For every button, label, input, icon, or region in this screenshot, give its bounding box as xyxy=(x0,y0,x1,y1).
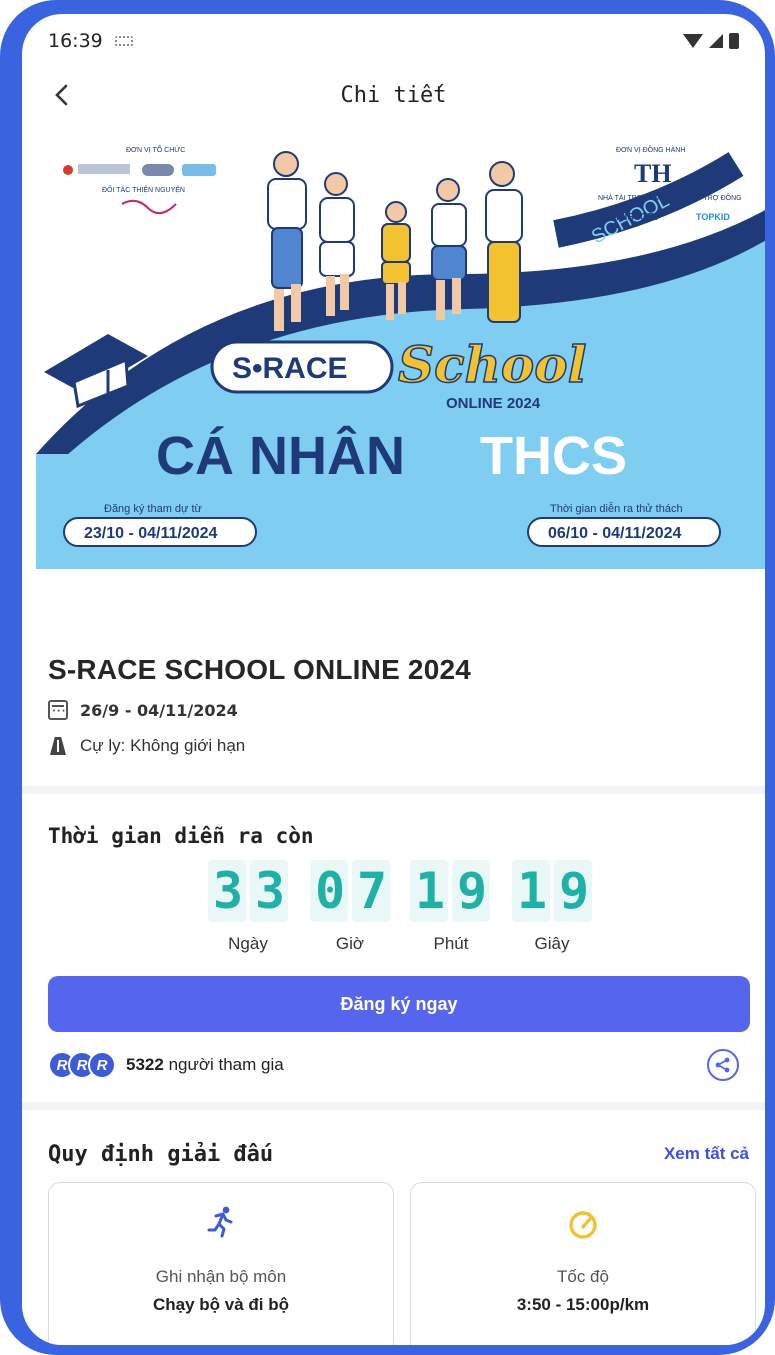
participants-row: R R R 5322 người tham gia xyxy=(48,1049,739,1081)
chevron-left-icon xyxy=(55,84,68,106)
app-header: Chi tiết xyxy=(22,70,765,120)
countdown-unit-days: Ngày xyxy=(228,934,268,953)
rule-card-value: Chạy bộ và đi bộ xyxy=(152,1295,290,1314)
banner-gold-sponsor-label: NHÀ TÀI TRỢ VÀNG xyxy=(598,193,664,202)
countdown-days-digit: 3 xyxy=(250,860,288,922)
brand-online: ONLINE 2024 xyxy=(446,395,541,412)
headline-thcs: THCS xyxy=(480,426,627,486)
share-icon xyxy=(715,1057,730,1073)
signal-icon xyxy=(709,34,723,48)
topkid-logo: TOPKID xyxy=(696,212,730,222)
event-date-range: 26/9 - 04/11/2024 xyxy=(80,700,238,720)
speedometer-icon xyxy=(569,1211,597,1239)
avatar: R xyxy=(88,1051,116,1079)
countdown-minutes-digit: 1 xyxy=(410,860,448,922)
event-date-row: 26/9 - 04/11/2024 xyxy=(48,700,238,720)
rule-card-label: Ghi nhận bộ môn xyxy=(155,1267,287,1286)
brand-srace: S•RACE xyxy=(232,352,348,385)
reg-label: Đăng ký tham dự từ xyxy=(104,503,203,515)
participants-count: 5322 xyxy=(126,1055,164,1074)
countdown-hours-digit: 0 xyxy=(310,860,348,922)
status-bar: 16:39 xyxy=(22,14,765,68)
participants-suffix: người tham gia xyxy=(168,1055,284,1074)
brand-school: School xyxy=(398,335,587,394)
participants-text: 5322 người tham gia xyxy=(126,1055,284,1075)
countdown-unit-seconds: Giây xyxy=(534,934,570,953)
th-logo: TH xyxy=(634,159,672,188)
status-icons xyxy=(683,33,739,49)
page-title: Chi tiết xyxy=(340,82,447,108)
calendar-icon xyxy=(48,700,68,720)
banner-organizer-label: ĐƠN VỊ TỔ CHỨC xyxy=(126,145,185,154)
road-icon xyxy=(48,737,68,755)
countdown-seconds-digit: 1 xyxy=(512,860,550,922)
register-button[interactable]: Đăng ký ngay xyxy=(48,976,750,1032)
participant-avatars: R R R xyxy=(48,1051,116,1079)
challenge-dates: 06/10 - 04/11/2024 xyxy=(548,525,682,542)
countdown-digits: 3 3 0 7 1 9 1 9 xyxy=(22,860,765,930)
share-button[interactable] xyxy=(707,1049,739,1081)
mistori-logo: TH MISTORI xyxy=(600,212,658,223)
event-title: S-RACE SCHOOL ONLINE 2024 xyxy=(48,654,472,685)
back-button[interactable] xyxy=(46,80,76,110)
wifi-icon xyxy=(683,34,703,48)
countdown-minutes-digit: 9 xyxy=(452,860,490,922)
event-distance-row: Cự ly: Không giới hạn xyxy=(48,736,245,756)
challenge-label: Thời gian diễn ra thử thách xyxy=(550,502,683,515)
rule-card-pace[interactable]: Tốc độ 3:50 - 15:00p/km xyxy=(410,1182,756,1345)
countdown-days-digit: 3 xyxy=(208,860,246,922)
notification-icon xyxy=(114,36,133,46)
reg-dates: 23/10 - 04/11/2024 xyxy=(84,525,218,542)
app-screen: 16:39 Chi tiết SCHOOL ĐƠN VỊ TỔ CHỨC ĐỐI… xyxy=(22,14,765,1345)
section-divider xyxy=(22,1102,765,1110)
rule-card-sport[interactable]: Ghi nhận bộ môn Chạy bộ và đi bộ xyxy=(48,1182,394,1345)
running-person-icon xyxy=(207,1206,233,1238)
event-banner: SCHOOL ĐƠN VỊ TỔ CHỨC ĐỐI TÁC THIỆN NGUY… xyxy=(36,124,765,569)
battery-icon xyxy=(729,33,739,49)
countdown-hours-digit: 7 xyxy=(352,860,390,922)
countdown-unit-minutes: Phút xyxy=(433,934,469,953)
device-frame: 16:39 Chi tiết SCHOOL ĐƠN VỊ TỔ CHỨC ĐỐI… xyxy=(0,0,775,1355)
status-time: 16:39 xyxy=(48,30,103,52)
countdown-seconds-digit: 9 xyxy=(554,860,592,922)
section-divider xyxy=(22,786,765,794)
headline-ca-nhan: CÁ NHÂN xyxy=(156,425,405,486)
see-all-link[interactable]: Xem tất cả xyxy=(664,1144,749,1164)
countdown-label: Thời gian diễn ra còn xyxy=(48,824,314,848)
countdown-unit-hours: Giờ xyxy=(335,934,365,953)
rule-card-value: 3:50 - 15:00p/km xyxy=(516,1295,650,1314)
event-distance: Cự ly: Không giới hạn xyxy=(80,736,246,755)
rules-title: Quy định giải đấu xyxy=(48,1142,274,1167)
rule-card-label: Tốc độ xyxy=(557,1267,609,1286)
